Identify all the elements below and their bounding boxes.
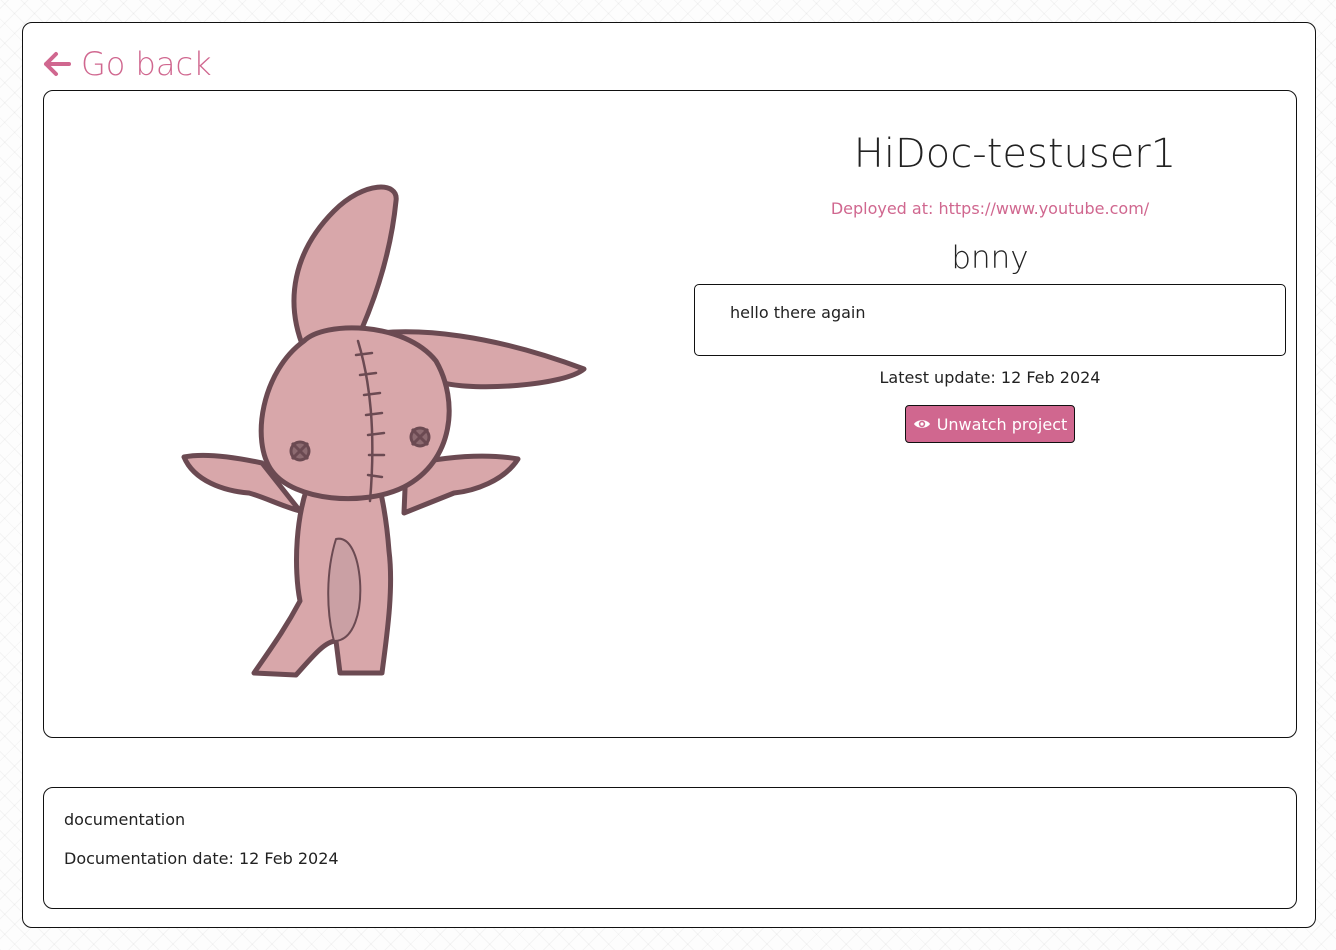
- go-back-label: Go back: [81, 45, 212, 83]
- project-info: HiDoc-testuser1 Deployed at: https://www…: [694, 131, 1286, 443]
- project-image: [181, 184, 587, 678]
- project-description: hello there again: [694, 284, 1286, 356]
- eye-icon: [913, 420, 930, 428]
- arrow-left-icon: [44, 52, 71, 76]
- go-back-link[interactable]: Go back: [43, 45, 212, 83]
- page-container: Go back HiDoc-testuser1 Deployed at: htt…: [22, 22, 1316, 928]
- deployed-at-link[interactable]: Deployed at: https://www.youtube.com/: [694, 199, 1286, 218]
- page-title: HiDoc-testuser1: [853, 131, 1177, 177]
- unwatch-project-button[interactable]: Unwatch project: [905, 405, 1075, 443]
- project-name: bnny: [951, 240, 1029, 276]
- latest-update: Latest update: 12 Feb 2024: [879, 368, 1101, 387]
- documentation-date: Documentation date: 12 Feb 2024: [64, 849, 339, 868]
- unwatch-project-label: Unwatch project: [936, 414, 1068, 434]
- project-description-text: hello there again: [730, 303, 866, 322]
- documentation-card: documentation Documentation date: 12 Feb…: [43, 787, 1297, 909]
- project-card: HiDoc-testuser1 Deployed at: https://www…: [43, 90, 1297, 738]
- documentation-title: documentation: [64, 810, 186, 829]
